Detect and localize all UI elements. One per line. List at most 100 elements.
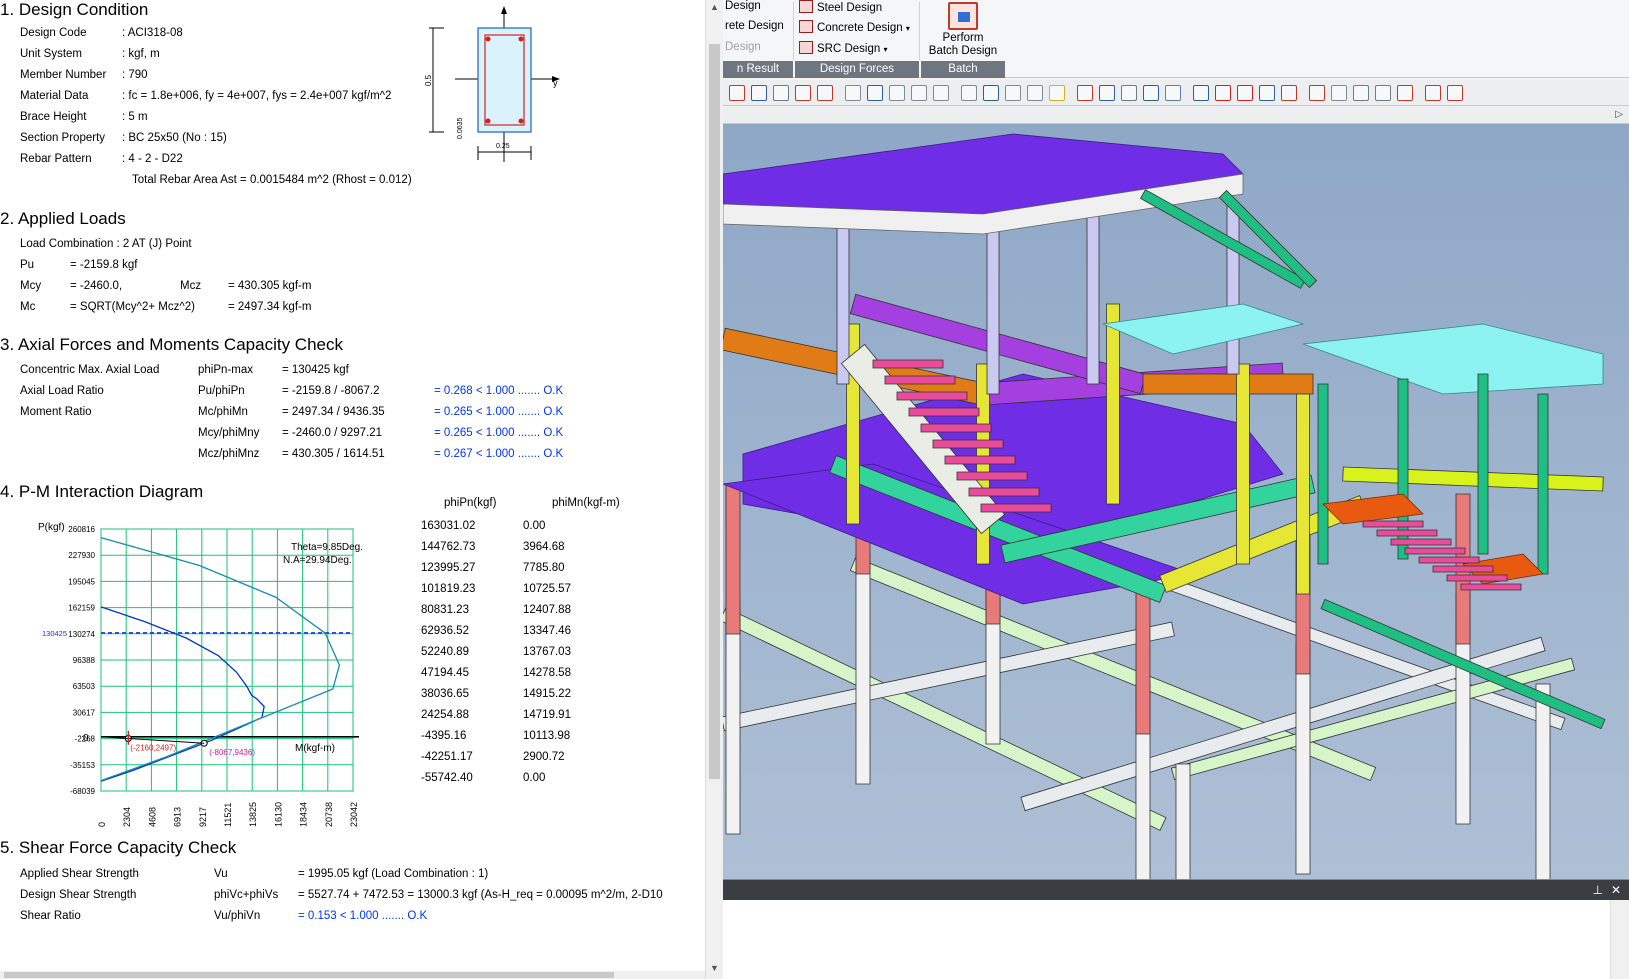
perform-batch-design-button[interactable]: Perform Batch Design — [923, 0, 1003, 60]
concrete-design-button[interactable]: Concrete Design ▾ — [799, 20, 910, 34]
message-vscrollbar[interactable] — [1611, 900, 1629, 979]
dim-height-label: 0.5 — [424, 74, 433, 86]
toolbar-tool-icon[interactable] — [1027, 85, 1043, 101]
ribbon-item-design-disabled[interactable]: Design — [725, 41, 761, 53]
column-yellow[interactable] — [1106, 303, 1120, 505]
toolbar-tool-icon[interactable] — [1425, 85, 1441, 101]
ground-column-lower[interactable] — [725, 603, 741, 835]
stair-step[interactable] — [884, 375, 956, 385]
beam-lime[interactable] — [1342, 466, 1604, 492]
src-design-button[interactable]: SRC Design ▾ — [799, 41, 888, 55]
design-condition-value: : 4 - 2 - D22 — [122, 153, 183, 165]
toolbar-tool-icon[interactable] — [1309, 85, 1325, 101]
stair-step[interactable] — [1362, 520, 1424, 528]
toolbar-tool-icon[interactable] — [1099, 85, 1115, 101]
stair-step[interactable] — [1418, 556, 1480, 564]
toolbar-tool-icon[interactable] — [1353, 85, 1369, 101]
column-lavender[interactable] — [986, 223, 1000, 395]
stair-step[interactable] — [944, 455, 1016, 465]
shear-check-label: Design Shear Strength — [20, 889, 137, 901]
toolbar-tool-icon[interactable] — [983, 85, 999, 101]
toolbar-tool-icon[interactable] — [795, 85, 811, 101]
ground-column-lower[interactable] — [1175, 763, 1191, 880]
stair-step[interactable] — [1460, 583, 1522, 591]
ribbon-item-design[interactable]: Design — [725, 0, 761, 12]
report-vscrollbar[interactable]: ▲ ▼ — [705, 0, 723, 979]
stair-step[interactable] — [1432, 565, 1494, 573]
column-green[interactable] — [1317, 383, 1329, 565]
scroll-down-icon[interactable]: ▼ — [710, 963, 719, 973]
steel-design-button[interactable]: Steel Design — [799, 0, 882, 14]
src-design-icon — [799, 41, 813, 54]
column-lavender[interactable] — [1086, 213, 1100, 385]
ground-column-lower[interactable] — [1535, 683, 1551, 880]
column-red[interactable] — [725, 483, 741, 635]
close-icon[interactable]: ✕ — [1611, 883, 1621, 897]
batch-design-icon — [948, 2, 978, 30]
column-yellow[interactable] — [1296, 393, 1310, 595]
toolbar-tool-icon[interactable] — [961, 85, 977, 101]
toolbar-tool-icon[interactable] — [1077, 85, 1093, 101]
toolbar-tool-icon[interactable] — [751, 85, 767, 101]
beam-orange[interactable] — [1142, 373, 1314, 395]
stair-step[interactable] — [872, 359, 944, 369]
section-applied-loads-title: 2. Applied Loads — [0, 209, 126, 228]
toolbar-tool-icon[interactable] — [1375, 85, 1391, 101]
scroll-up-icon[interactable]: ▲ — [710, 2, 719, 12]
model-view-3d[interactable]: ▷ — [723, 106, 1629, 880]
stair-step[interactable] — [1404, 547, 1466, 555]
stair-step[interactable] — [1376, 529, 1438, 537]
ground-column-lower[interactable] — [855, 553, 871, 785]
toolbar-tool-icon[interactable] — [1281, 85, 1297, 101]
column-yellow[interactable] — [1236, 363, 1250, 565]
mcy-value: = -2460.0, — [70, 280, 123, 292]
stair-step[interactable] — [1446, 574, 1508, 582]
stair-step[interactable] — [1390, 538, 1452, 546]
report-hscrollbar[interactable] — [0, 971, 705, 979]
toolbar-tool-icon[interactable] — [889, 85, 905, 101]
stair-step[interactable] — [908, 407, 980, 417]
toolbar-tool-icon[interactable] — [1397, 85, 1413, 101]
toolbar-tool-icon[interactable] — [1049, 85, 1065, 101]
toolbar-tool-icon[interactable] — [1215, 85, 1231, 101]
canopy-slab[interactable] — [1302, 323, 1604, 395]
column-lavender[interactable] — [1226, 203, 1240, 375]
toolbar-tool-icon[interactable] — [1237, 85, 1253, 101]
ribbon-item-concrete-design[interactable]: rete Design — [725, 20, 784, 32]
column-red[interactable] — [1135, 583, 1151, 735]
structure-model[interactable] — [723, 124, 1629, 880]
toolbar-tool-icon[interactable] — [1143, 85, 1159, 101]
toolbar-tool-icon[interactable] — [1005, 85, 1021, 101]
toolbar-tool-icon[interactable] — [1447, 85, 1463, 101]
pin-icon[interactable]: ⊥ — [1593, 883, 1603, 897]
toolbar-tool-icon[interactable] — [911, 85, 927, 101]
column-green[interactable] — [1537, 393, 1549, 575]
toolbar-tool-icon[interactable] — [1165, 85, 1181, 101]
toolbar-tool-icon[interactable] — [773, 85, 789, 101]
pm-table-phimn: 10113.98 — [523, 730, 571, 742]
toolbar-tool-icon[interactable] — [1193, 85, 1209, 101]
column-green[interactable] — [1477, 373, 1489, 555]
stair-step[interactable] — [980, 503, 1052, 513]
stair-step[interactable] — [956, 471, 1028, 481]
toolbar-tool-icon[interactable] — [1259, 85, 1275, 101]
view-menu-arrow-icon[interactable]: ▷ — [1615, 109, 1623, 120]
canopy-slab[interactable] — [1101, 303, 1305, 355]
message-window[interactable] — [723, 900, 1611, 979]
toolbar-tool-icon[interactable] — [933, 85, 949, 101]
stair-step[interactable] — [896, 391, 968, 401]
toolbar-tool-icon[interactable] — [1121, 85, 1137, 101]
toolbar-tool-icon[interactable] — [817, 85, 833, 101]
stair-step[interactable] — [932, 439, 1004, 449]
brace-green[interactable] — [1140, 189, 1306, 289]
toolbar-tool-icon[interactable] — [867, 85, 883, 101]
toolbar-tool-icon[interactable] — [845, 85, 861, 101]
toolbar-tool-icon[interactable] — [1331, 85, 1347, 101]
ground-column-lower[interactable] — [1295, 643, 1311, 875]
x-tick-label: 2304 — [122, 807, 132, 827]
stair-step[interactable] — [968, 487, 1040, 497]
stair-step[interactable] — [920, 423, 992, 433]
toolbar-tool-icon[interactable] — [729, 85, 745, 101]
report-hscroll-thumb[interactable] — [4, 972, 614, 978]
report-vscroll-thumb[interactable] — [709, 44, 720, 779]
